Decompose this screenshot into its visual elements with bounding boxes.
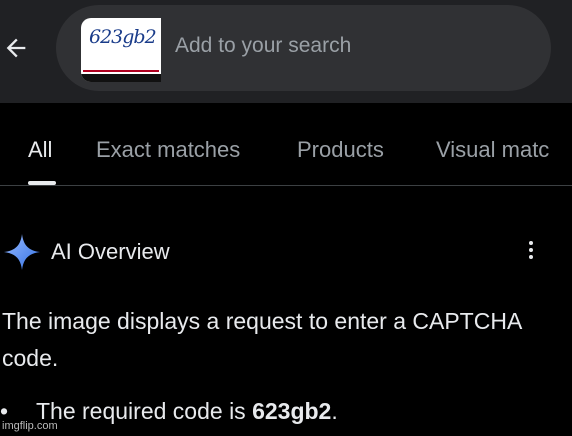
bullet-item: The required code is 623gb2. bbox=[36, 398, 338, 425]
active-tab-indicator bbox=[28, 181, 56, 185]
tab-all[interactable]: All bbox=[28, 137, 52, 163]
ai-sparkle-icon bbox=[3, 233, 41, 271]
more-options-icon[interactable] bbox=[524, 241, 538, 267]
search-image-thumbnail[interactable]: 623gb2 bbox=[81, 18, 161, 82]
tab-exact-matches[interactable]: Exact matches bbox=[96, 137, 240, 163]
back-arrow-icon[interactable] bbox=[2, 34, 30, 62]
bullet-suffix: . bbox=[331, 398, 338, 424]
captcha-red-line bbox=[83, 70, 159, 72]
captcha-code: 623gb2 bbox=[252, 398, 332, 424]
top-bar: 623gb2 Add to your search bbox=[0, 0, 572, 103]
tab-visual-matches[interactable]: Visual matc bbox=[436, 137, 549, 163]
captcha-text: 623gb2 bbox=[89, 26, 157, 48]
captcha-strip bbox=[81, 74, 161, 82]
tab-products[interactable]: Products bbox=[297, 137, 384, 163]
ai-overview-summary: The image displays a request to enter a … bbox=[2, 308, 522, 371]
watermark: imgflip.com bbox=[2, 420, 58, 432]
bullet-prefix: The required code is bbox=[36, 398, 253, 424]
ai-overview-title: AI Overview bbox=[51, 239, 170, 264]
result-tabs: All Exact matches Products Visual matc bbox=[0, 103, 572, 186]
search-input[interactable]: Add to your search bbox=[175, 34, 351, 58]
